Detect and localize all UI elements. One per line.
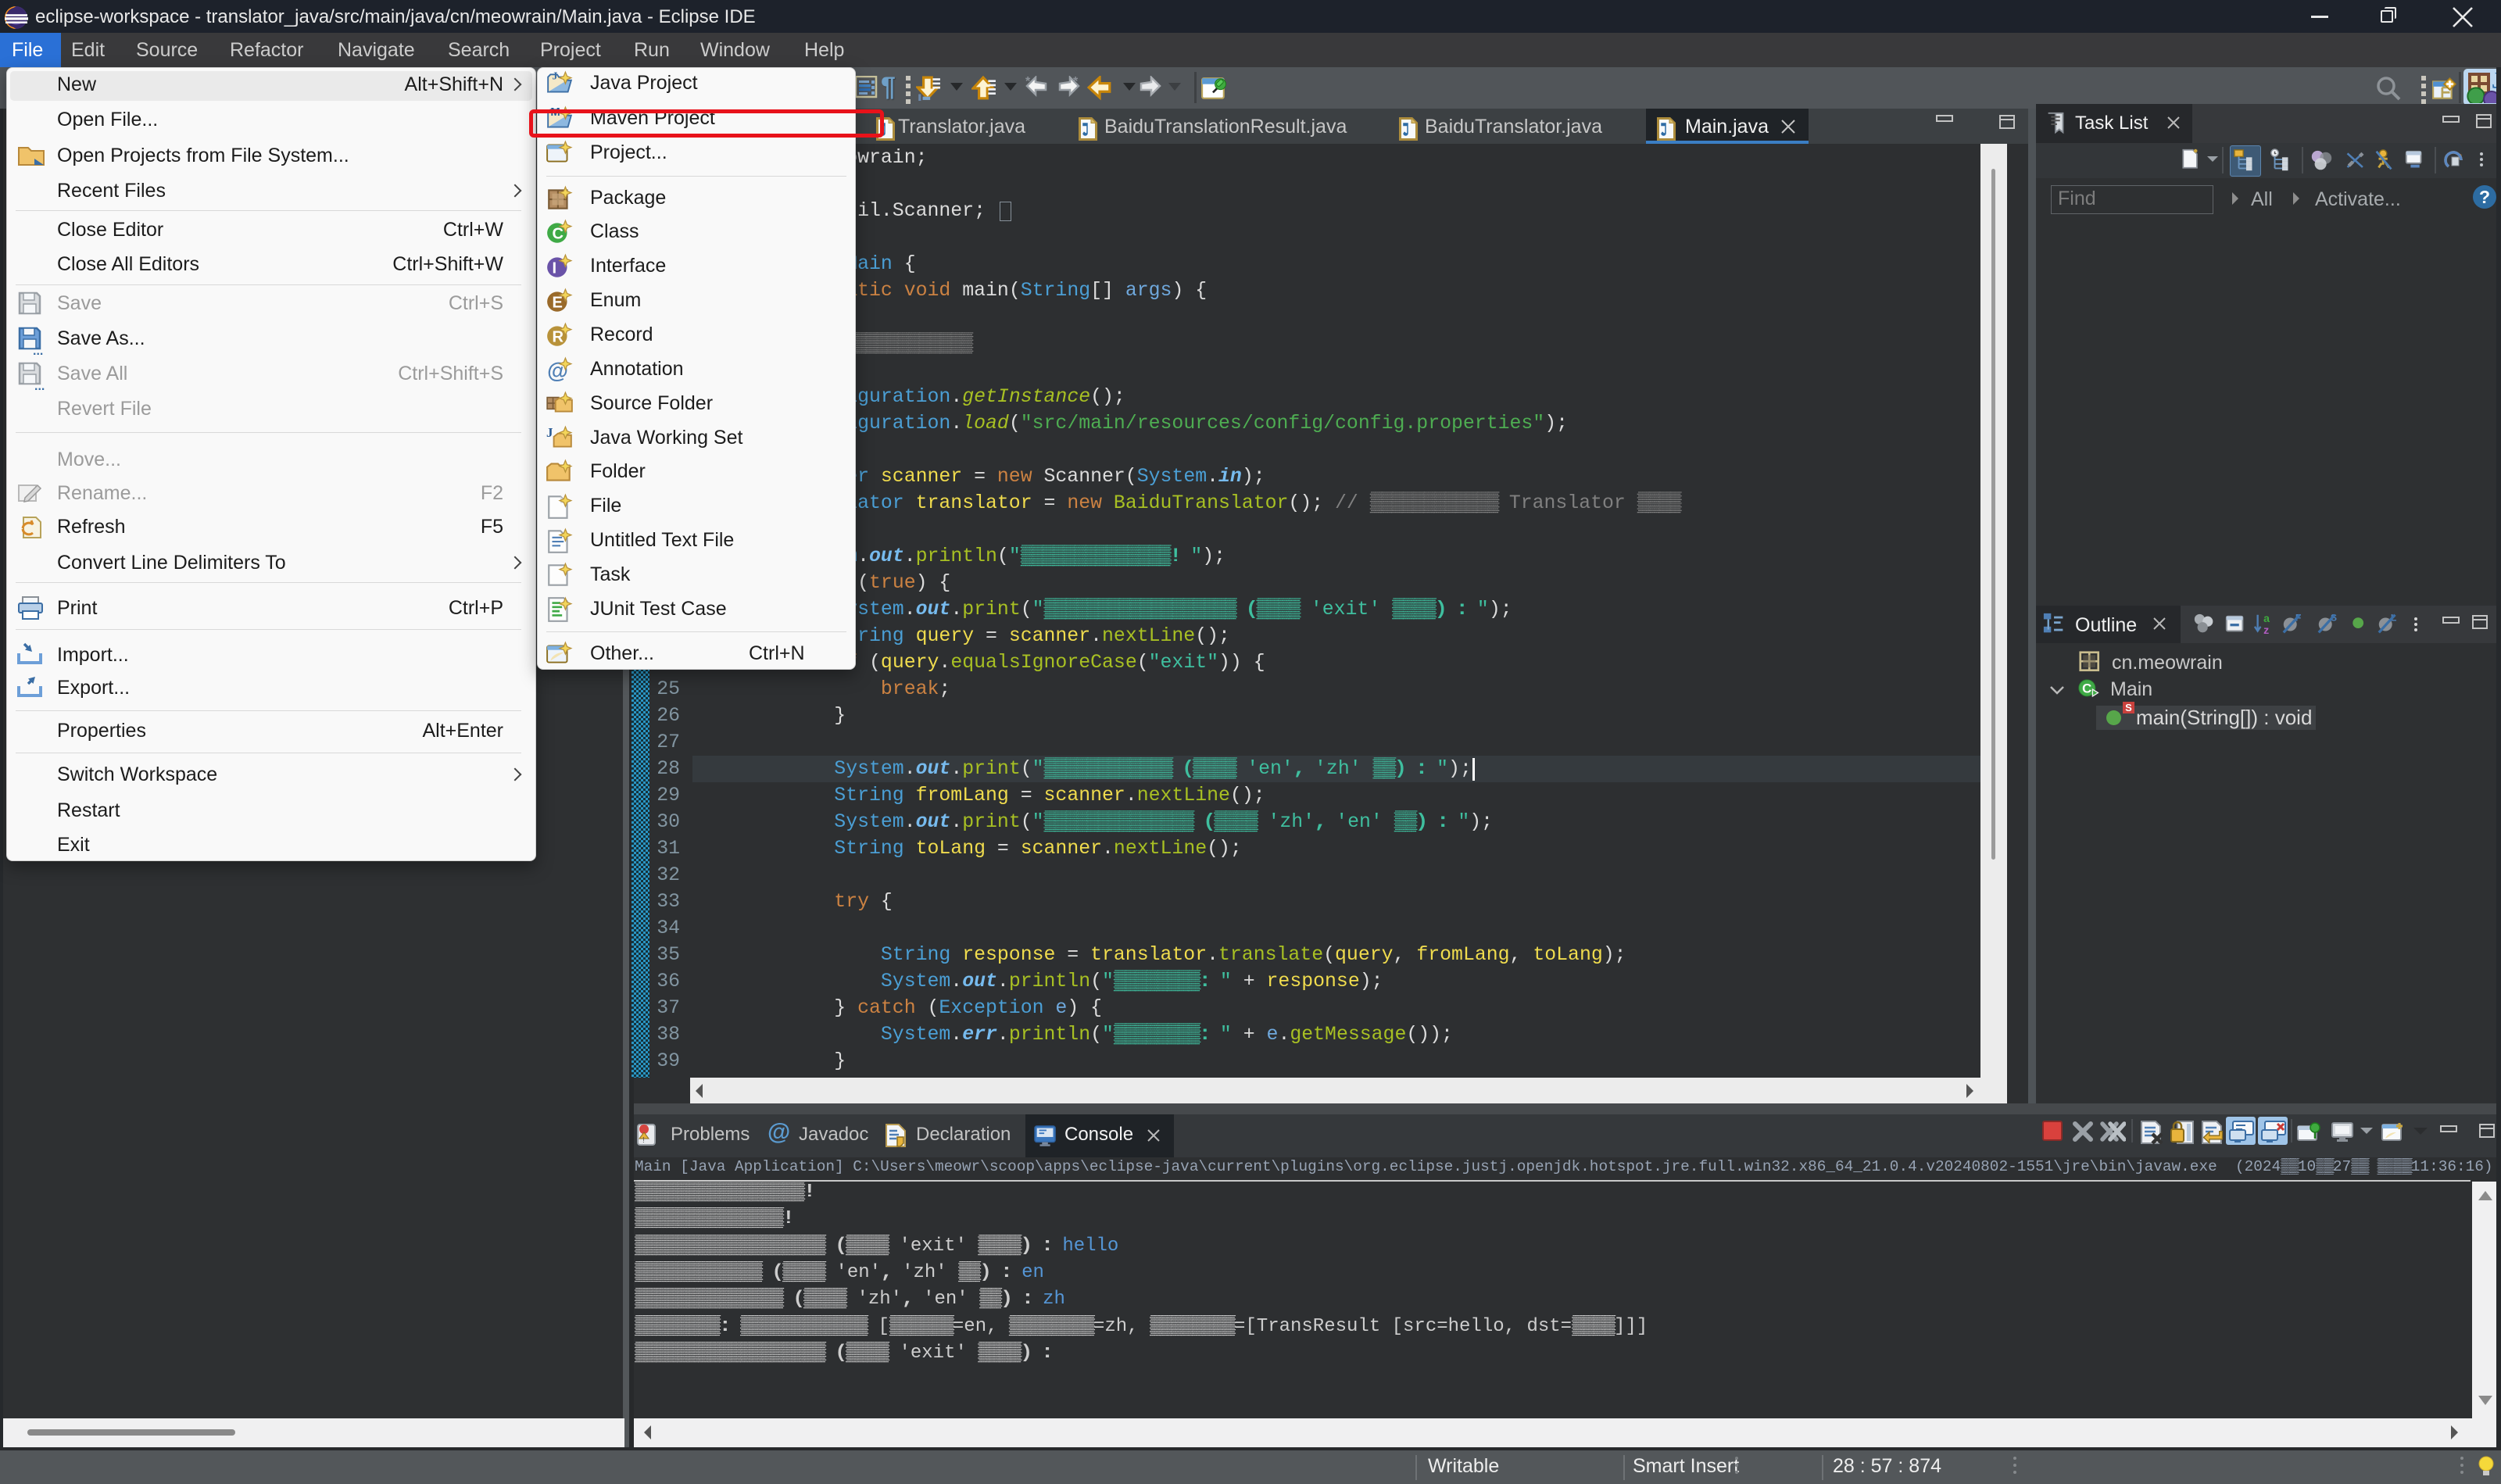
svg-text:I: I [552, 259, 556, 277]
svg-text:J: J [552, 70, 557, 82]
svg-text:J: J [546, 425, 553, 440]
svg-text:a: a [2263, 612, 2270, 624]
svg-text:!: ! [642, 1136, 645, 1145]
svg-text:*: * [1025, 76, 1031, 88]
svg-text:*: * [1073, 76, 1079, 88]
svg-text:R: R [552, 328, 564, 345]
svg-text:E: E [552, 294, 562, 311]
svg-text:C: C [2082, 681, 2091, 696]
svg-text:C: C [552, 225, 564, 242]
svg-text:z: z [2263, 624, 2269, 636]
